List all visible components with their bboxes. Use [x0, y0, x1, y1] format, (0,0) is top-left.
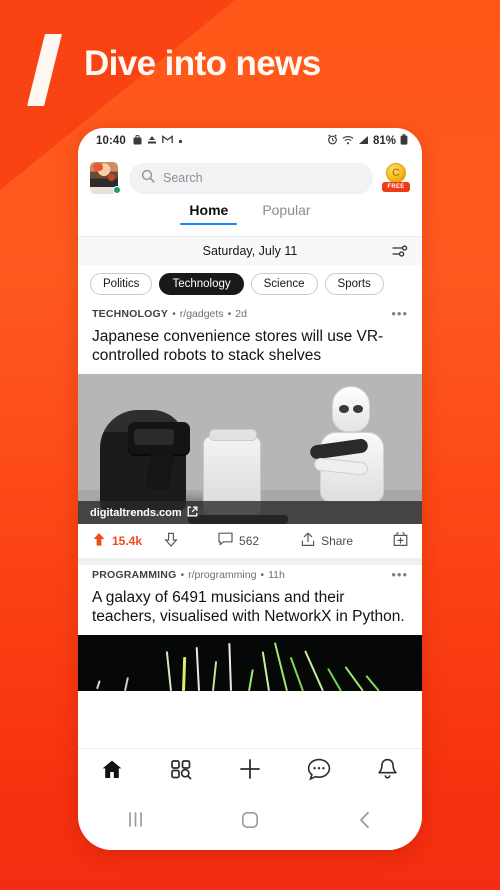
grid-search-icon — [170, 759, 192, 785]
promo-headline: Dive into news — [84, 44, 321, 83]
upvote-count: 15.4k — [112, 534, 143, 548]
search-placeholder: Search — [163, 171, 203, 185]
post-card[interactable]: PROGRAMMING • r/programming • 11h ••• A … — [78, 565, 422, 691]
share-label: Share — [321, 534, 354, 548]
chip-science[interactable]: Science — [250, 273, 318, 295]
home-square-icon — [241, 811, 259, 834]
alarm-icon — [327, 134, 338, 148]
status-right-icons: 81% — [327, 134, 408, 148]
share-button[interactable]: Share — [301, 531, 354, 551]
system-navigation-bar — [78, 794, 422, 850]
signal-icon — [358, 135, 369, 148]
upvote-button[interactable]: 15.4k — [92, 532, 142, 551]
battery-percent: 81% — [372, 135, 396, 147]
status-time: 10:40 — [96, 135, 126, 147]
post-separator-1: • — [172, 308, 176, 320]
post-separator-2: • — [227, 308, 232, 320]
post-age: 11h — [268, 569, 285, 581]
post-category: TECHNOLOGY — [92, 308, 169, 320]
more-dots-icon[interactable]: ••• — [391, 568, 408, 581]
sliders-icon[interactable] — [392, 244, 408, 258]
nav-create[interactable] — [230, 757, 270, 787]
free-badge: FREE — [382, 182, 410, 192]
search-input[interactable]: Search — [129, 162, 373, 194]
post-subreddit[interactable]: r/gadgets — [180, 308, 224, 320]
post-separator-1: • — [180, 569, 185, 581]
post-divider — [78, 558, 422, 565]
free-coins-button[interactable]: C FREE — [382, 163, 410, 193]
tab-home[interactable]: Home — [180, 202, 238, 225]
nav-discover[interactable] — [161, 757, 201, 787]
post-title[interactable]: A galaxy of 6491 musicians and their tea… — [78, 581, 422, 635]
comment-count: 562 — [239, 534, 260, 548]
nav-home[interactable] — [92, 757, 132, 787]
back-chevron-icon — [358, 811, 372, 834]
chip-politics[interactable]: Politics — [90, 273, 153, 295]
post-card[interactable]: TECHNOLOGY • r/gadgets • 2d ••• Japanese… — [78, 304, 422, 558]
chip-technology[interactable]: Technology — [159, 273, 244, 295]
plus-icon — [238, 757, 262, 786]
tab-popular[interactable]: Popular — [262, 202, 310, 225]
award-gift-icon[interactable] — [393, 531, 408, 551]
source-domain: digitaltrends.com — [90, 506, 182, 519]
recents-button[interactable] — [112, 807, 158, 837]
search-icon — [141, 169, 155, 187]
category-chips: Politics Technology Science Sports — [78, 265, 422, 304]
post-subreddit[interactable]: r/programming — [188, 569, 256, 581]
inbox-icon — [147, 135, 157, 148]
nav-notifications[interactable] — [368, 757, 408, 787]
date-row: Saturday, July 11 — [78, 237, 422, 265]
recents-icon — [127, 811, 144, 833]
share-icon — [301, 531, 315, 551]
post-title[interactable]: Japanese convenience stores will use VR-… — [78, 320, 422, 374]
chip-sports[interactable]: Sports — [324, 273, 384, 295]
phone-frame: 10:40 81% Search C FREE Home Popular Sat… — [78, 128, 422, 850]
gmail-icon — [162, 135, 173, 147]
downvote-arrow-icon[interactable] — [164, 532, 178, 551]
battery-icon — [400, 134, 408, 148]
post-age: 2d — [235, 308, 247, 320]
post-hero-image[interactable] — [78, 635, 422, 691]
current-date: Saturday, July 11 — [202, 244, 298, 258]
bag-icon — [133, 134, 142, 148]
home-button[interactable] — [227, 807, 273, 837]
post-hero-image[interactable]: digitaltrends.com — [78, 374, 422, 524]
chat-bubble-icon — [307, 758, 331, 786]
nav-chat[interactable] — [299, 757, 339, 787]
upvote-arrow-icon — [92, 532, 106, 551]
feed-tabs: Home Popular — [78, 202, 422, 236]
post-meta: PROGRAMMING • r/programming • 11h ••• — [78, 565, 422, 581]
online-status-dot — [113, 186, 121, 194]
coin-icon: C — [386, 163, 406, 183]
wifi-icon — [342, 135, 354, 148]
external-link-icon — [187, 505, 198, 521]
home-icon — [101, 759, 123, 785]
more-dots-icon[interactable]: ••• — [391, 307, 408, 320]
comment-bubble-icon — [218, 532, 233, 550]
post-separator-2: • — [260, 569, 265, 581]
back-button[interactable] — [342, 807, 388, 837]
source-bar[interactable]: digitaltrends.com — [78, 501, 422, 524]
post-meta: TECHNOLOGY • r/gadgets • 2d ••• — [78, 304, 422, 320]
robot-head — [332, 386, 370, 432]
post-category: PROGRAMMING — [92, 569, 177, 581]
avatar[interactable] — [90, 162, 121, 194]
bell-icon — [377, 758, 398, 786]
post-actions: 15.4k 562 Share — [78, 524, 422, 558]
bottom-navigation — [78, 748, 422, 794]
dot-icon — [178, 136, 183, 147]
comments-button[interactable]: 562 — [218, 532, 259, 550]
app-header: Search C FREE — [78, 154, 422, 202]
status-bar: 10:40 81% — [78, 128, 422, 154]
status-left-icons — [133, 134, 183, 148]
